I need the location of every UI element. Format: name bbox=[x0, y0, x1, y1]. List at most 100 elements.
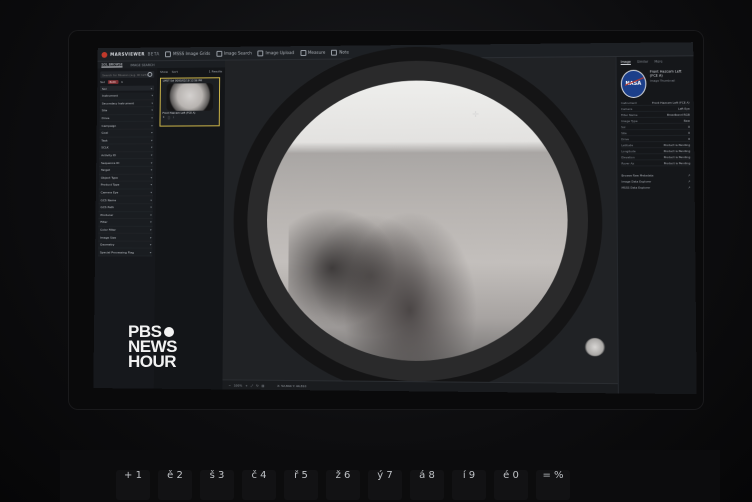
app-brand[interactable]: MARSVIEWER BETA bbox=[101, 51, 160, 58]
thumb-image bbox=[166, 83, 214, 111]
filter-label: Instrument bbox=[101, 93, 118, 98]
sort-button[interactable]: Sort bbox=[172, 70, 178, 74]
number-row: + 1 ě 2 š 3 č 4 ř 5 ž 6 ý 7 á 8 í 9 é 0 … bbox=[60, 450, 720, 500]
chevron-down-icon: ▾ bbox=[150, 160, 153, 165]
pbs-newshour-watermark: PBS NEWS HOUR bbox=[128, 323, 178, 370]
filter-special-processing[interactable]: Special Processing Flag ▾ bbox=[97, 248, 153, 257]
fit-icon[interactable]: ⤢ bbox=[251, 383, 253, 387]
zoom-in-icon[interactable]: + bbox=[245, 383, 248, 387]
filter-label: GCS Path bbox=[100, 205, 114, 210]
filter-gcs-name[interactable]: GCS Name ▾ bbox=[98, 196, 153, 205]
filter-producer[interactable]: Producer ▾ bbox=[98, 211, 153, 220]
nasa-logo-text: NASA bbox=[625, 80, 642, 87]
filter-geometry[interactable]: Geometry ▾ bbox=[98, 241, 153, 250]
chevron-down-icon: ▾ bbox=[150, 227, 152, 232]
nav-image-search[interactable]: Image Search bbox=[216, 50, 252, 57]
keyboard-key: ě 2 bbox=[158, 470, 192, 500]
download-icon[interactable]: ⤓ bbox=[173, 116, 174, 120]
meta-key: Camera bbox=[620, 106, 633, 111]
filter-gcs-path[interactable]: GCS Path ▾ bbox=[98, 204, 153, 212]
filter-label: GCS Name bbox=[100, 197, 117, 202]
filter-product-type[interactable]: Product Type ▾ bbox=[98, 181, 154, 190]
search-box bbox=[100, 70, 155, 79]
laptop-keyboard: + 1 ě 2 š 3 č 4 ř 5 ž 6 ý 7 á 8 í 9 é 0 … bbox=[60, 450, 720, 502]
keyboard-key: + 1 bbox=[116, 470, 150, 500]
filter-camera-eye[interactable]: Camera Eye ▾ bbox=[98, 189, 153, 197]
chevron-down-icon: ▾ bbox=[151, 115, 153, 120]
keyboard-key: í 9 bbox=[452, 470, 486, 500]
image-viewer[interactable]: ✛ bbox=[222, 56, 618, 384]
sol-select-value: Sol bbox=[102, 86, 107, 91]
star-icon[interactable]: ★ bbox=[162, 116, 164, 120]
meta-key: Site bbox=[621, 130, 627, 135]
nav-label: Measure bbox=[307, 49, 326, 55]
nav-image-upload[interactable]: Image Upload bbox=[257, 49, 294, 56]
chip-sol[interactable]: Sol bbox=[100, 80, 104, 84]
keyboard-key: á 8 bbox=[410, 470, 444, 500]
grid-icon bbox=[165, 50, 172, 57]
nasa-logo: NASA bbox=[620, 69, 647, 99]
filter-label: Goal bbox=[101, 131, 109, 135]
link-msss-data-explorer[interactable]: MSSS Data Explorer ↗ bbox=[622, 185, 691, 191]
meta-key: Filter Name bbox=[621, 112, 638, 117]
chevron-down-icon: ▾ bbox=[150, 197, 152, 202]
filter-filter[interactable]: Filter ▾ bbox=[98, 219, 153, 227]
result-card[interactable]: LMST Sol 0000/02/18 12:56 PM Front Hazca… bbox=[159, 77, 221, 127]
meta-value: Raw bbox=[683, 118, 690, 123]
nav-label: Image Search bbox=[223, 50, 252, 56]
filter-label: Color Filter bbox=[100, 227, 116, 232]
nav-note[interactable]: Note bbox=[331, 49, 349, 56]
crosshair-icon: ✛ bbox=[472, 109, 479, 119]
zoom-level[interactable]: 100% bbox=[234, 383, 243, 387]
meta-key: Elevation bbox=[621, 154, 635, 159]
info-icon[interactable]: ⓘ bbox=[168, 116, 171, 120]
filter-target[interactable]: Target ▾ bbox=[99, 166, 154, 175]
results-toolbar: Show Sort 1 Results bbox=[157, 67, 225, 75]
rover-shadow bbox=[288, 208, 399, 329]
zoom-out-icon[interactable]: − bbox=[228, 383, 231, 387]
results-count: 1 Results bbox=[208, 69, 223, 74]
nav-measure[interactable]: Measure bbox=[300, 49, 326, 56]
nav-image-grids[interactable]: MSSS Image Grids bbox=[165, 50, 211, 57]
beta-badge: BETA bbox=[147, 51, 160, 57]
tab-image-search[interactable]: IMAGE SEARCH bbox=[130, 63, 154, 67]
search-input[interactable] bbox=[102, 72, 148, 77]
link-label: MSSS Data Explorer bbox=[621, 185, 651, 190]
meta-value: Product is Pending bbox=[663, 142, 691, 147]
meta-key: Instrument bbox=[620, 100, 637, 105]
tab-sol-browse[interactable]: SOL BROWSE bbox=[101, 62, 123, 68]
filter-image-size[interactable]: Image Size ▾ bbox=[98, 233, 153, 242]
meta-key: Rover Az bbox=[621, 160, 635, 165]
show-button[interactable]: Show bbox=[160, 70, 168, 74]
meta-key: Image Type bbox=[621, 118, 638, 123]
chevron-down-icon: ▾ bbox=[150, 153, 153, 158]
meta-key: Longitude bbox=[621, 148, 636, 153]
filter-label: Special Processing Flag bbox=[99, 250, 134, 255]
metadata-table: Instrument Front Hazcam Left (FCE A) Came… bbox=[617, 99, 695, 167]
chevron-down-icon: ▾ bbox=[150, 190, 152, 195]
lens-dust-spot bbox=[584, 337, 606, 357]
nav-label: Note bbox=[339, 49, 349, 55]
filter-label: Product Type bbox=[100, 183, 120, 187]
meta-value: 0 bbox=[688, 136, 691, 141]
app-logo-icon bbox=[101, 51, 108, 58]
chevron-down-icon: ▾ bbox=[149, 235, 152, 240]
tab-more[interactable]: More bbox=[654, 60, 662, 65]
external-link-icon: ↗ bbox=[687, 173, 691, 178]
nav-label: MSSS Image Grids bbox=[173, 50, 211, 57]
sol-select[interactable]: Sol ▾ bbox=[100, 85, 155, 91]
tab-similar[interactable]: Similar bbox=[637, 60, 648, 65]
image-title: Front Hazcam Left (FCE A) bbox=[649, 69, 682, 79]
rotate-icon[interactable]: ↻ bbox=[256, 383, 259, 387]
tab-image[interactable]: Image bbox=[620, 59, 631, 65]
chip-both[interactable]: Both bbox=[107, 80, 119, 85]
search-icon[interactable] bbox=[147, 71, 153, 77]
filter-label: SCLK bbox=[101, 145, 109, 150]
filter-color-filter[interactable]: Color Filter ▾ bbox=[98, 226, 153, 235]
thumb-actions: ★ ⓘ ⤓ bbox=[161, 115, 219, 120]
histogram-icon[interactable]: ▥ bbox=[262, 383, 265, 387]
chevron-down-icon: ▾ bbox=[150, 205, 152, 210]
filter-sequence-id[interactable]: Sequence ID ▾ bbox=[99, 159, 154, 167]
keyboard-key: š 3 bbox=[200, 470, 234, 500]
filter-object-type[interactable]: Object Type ▾ bbox=[98, 174, 154, 182]
